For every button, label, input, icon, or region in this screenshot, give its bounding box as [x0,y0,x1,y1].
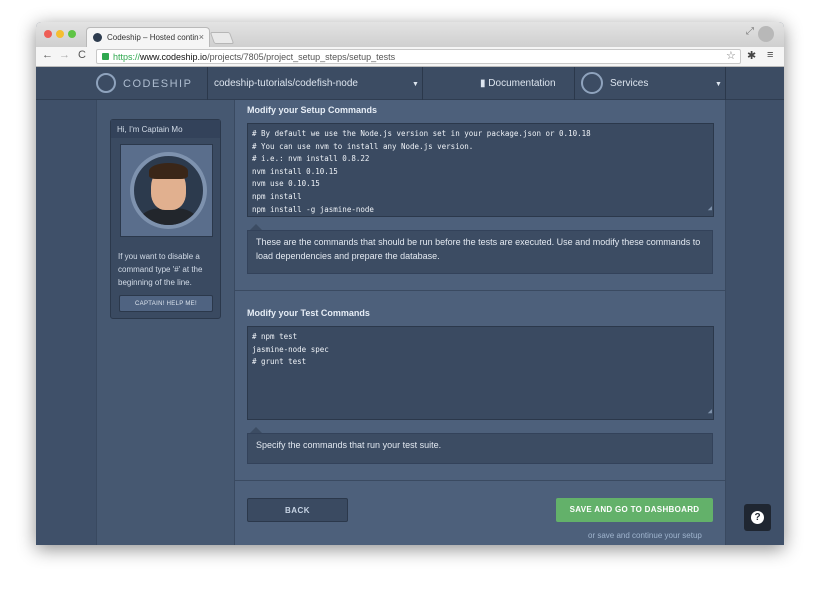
test-commands-title: Modify your Test Commands [247,308,370,318]
book-icon: ▮ [480,78,486,89]
avatar-hair [149,163,188,179]
browser-tab[interactable]: Codeship – Hosted contin × [86,27,210,47]
save-continue-link[interactable]: or save and continue your setup [588,531,702,540]
app-header: CODESHIP codeship-tutorials/codefish-nod… [36,67,784,100]
services-avatar [581,72,603,94]
code-line: nvm use 0.10.15 [252,179,320,189]
zoom-window-button[interactable] [68,30,76,38]
bookmark-star-icon[interactable]: ☆ [726,49,736,62]
tab-title: Codeship – Hosted contin [107,33,199,42]
captain-message: If you want to disable a command type '#… [118,252,203,287]
forward-arrow-icon[interactable]: → [59,49,70,61]
header-divider [207,67,208,100]
lock-icon [102,53,109,60]
fullscreen-icon[interactable]: ⤢ [746,26,754,37]
captain-avatar [130,152,207,229]
project-selector[interactable]: codeship-tutorials/codefish-node [214,78,358,89]
reload-icon[interactable]: C [78,49,86,61]
browser-window: Codeship – Hosted contin × ⤢ ← → C https… [36,22,784,545]
code-line: # npm test [252,332,298,341]
section-divider [235,480,725,481]
back-arrow-icon[interactable]: ← [42,49,53,61]
avatar-shirt [140,208,197,225]
code-line: # You can use nvm to install any Node.js… [252,141,474,151]
code-line: nvm install 0.10.15 [252,166,338,176]
back-button[interactable]: BACK [247,498,348,522]
resize-handle-icon[interactable]: ◢ [708,202,712,215]
url-scheme: https:// [113,52,141,62]
close-window-button[interactable] [44,30,52,38]
menu-icon[interactable]: ≡ [767,49,773,61]
left-gutter [36,100,96,545]
setup-commands-textarea[interactable]: # By default we use the Node.js version … [247,123,714,217]
help-button[interactable]: ? [744,504,771,531]
minimize-window-button[interactable] [56,30,64,38]
test-hint: Specify the commands that run your test … [247,433,713,464]
services-menu[interactable]: Services [610,78,648,89]
tab-close-icon[interactable]: × [199,32,204,42]
test-commands-textarea[interactable]: # npm test jasmine-node spec # grunt test ◢ [247,326,714,420]
url-path: /projects/7805/project_setup_steps/setup… [207,52,396,62]
captain-help-button[interactable]: CAPTAIN! HELP ME! [119,295,213,312]
documentation-link[interactable]: ▮ Documentation [480,78,556,89]
browser-toolbar: ← → C https://www.codeship.io/projects/7… [36,47,784,67]
header-divider [725,67,726,100]
header-divider [422,67,423,100]
code-line: npm install -g jasmine-node [252,204,374,214]
address-bar[interactable]: https://www.codeship.io/projects/7805/pr… [96,49,741,64]
captain-title: Hi, I'm Captain Mo [111,120,220,138]
settings-gear-icon[interactable]: ✱ [747,49,756,62]
code-line: # i.e.: nvm install 0.8.22 [252,154,370,164]
chevron-down-icon[interactable]: ▼ [412,81,419,88]
resize-handle-icon[interactable]: ◢ [708,405,712,418]
header-divider [574,67,575,100]
captain-card: Hi, I'm Captain Mo If you want to disabl… [110,119,221,319]
code-line: # By default we use the Node.js version … [252,129,591,138]
code-line: npm install [252,191,302,201]
url-host: www.codeship.io [140,52,208,62]
setup-hint: These are the commands that should be ru… [247,230,713,274]
documentation-label: Documentation [488,78,556,89]
save-dashboard-button[interactable]: SAVE AND GO TO DASHBOARD [556,498,713,522]
chevron-down-icon[interactable]: ▼ [715,81,722,88]
section-divider [235,290,725,291]
title-bar: Codeship – Hosted contin × ⤢ [36,22,784,47]
setup-commands-title: Modify your Setup Commands [247,105,378,115]
new-tab-button[interactable] [209,32,235,44]
codeship-favicon-icon [93,33,102,42]
code-line: jasmine-node spec [252,344,329,354]
help-question-icon: ? [751,511,764,524]
right-gutter [725,100,784,545]
captain-portrait-frame [120,144,213,237]
codeship-logo-icon[interactable] [96,73,116,93]
incognito-profile-icon[interactable] [758,26,774,42]
code-line: # grunt test [252,357,307,367]
logo-text[interactable]: CODESHIP [123,78,192,90]
